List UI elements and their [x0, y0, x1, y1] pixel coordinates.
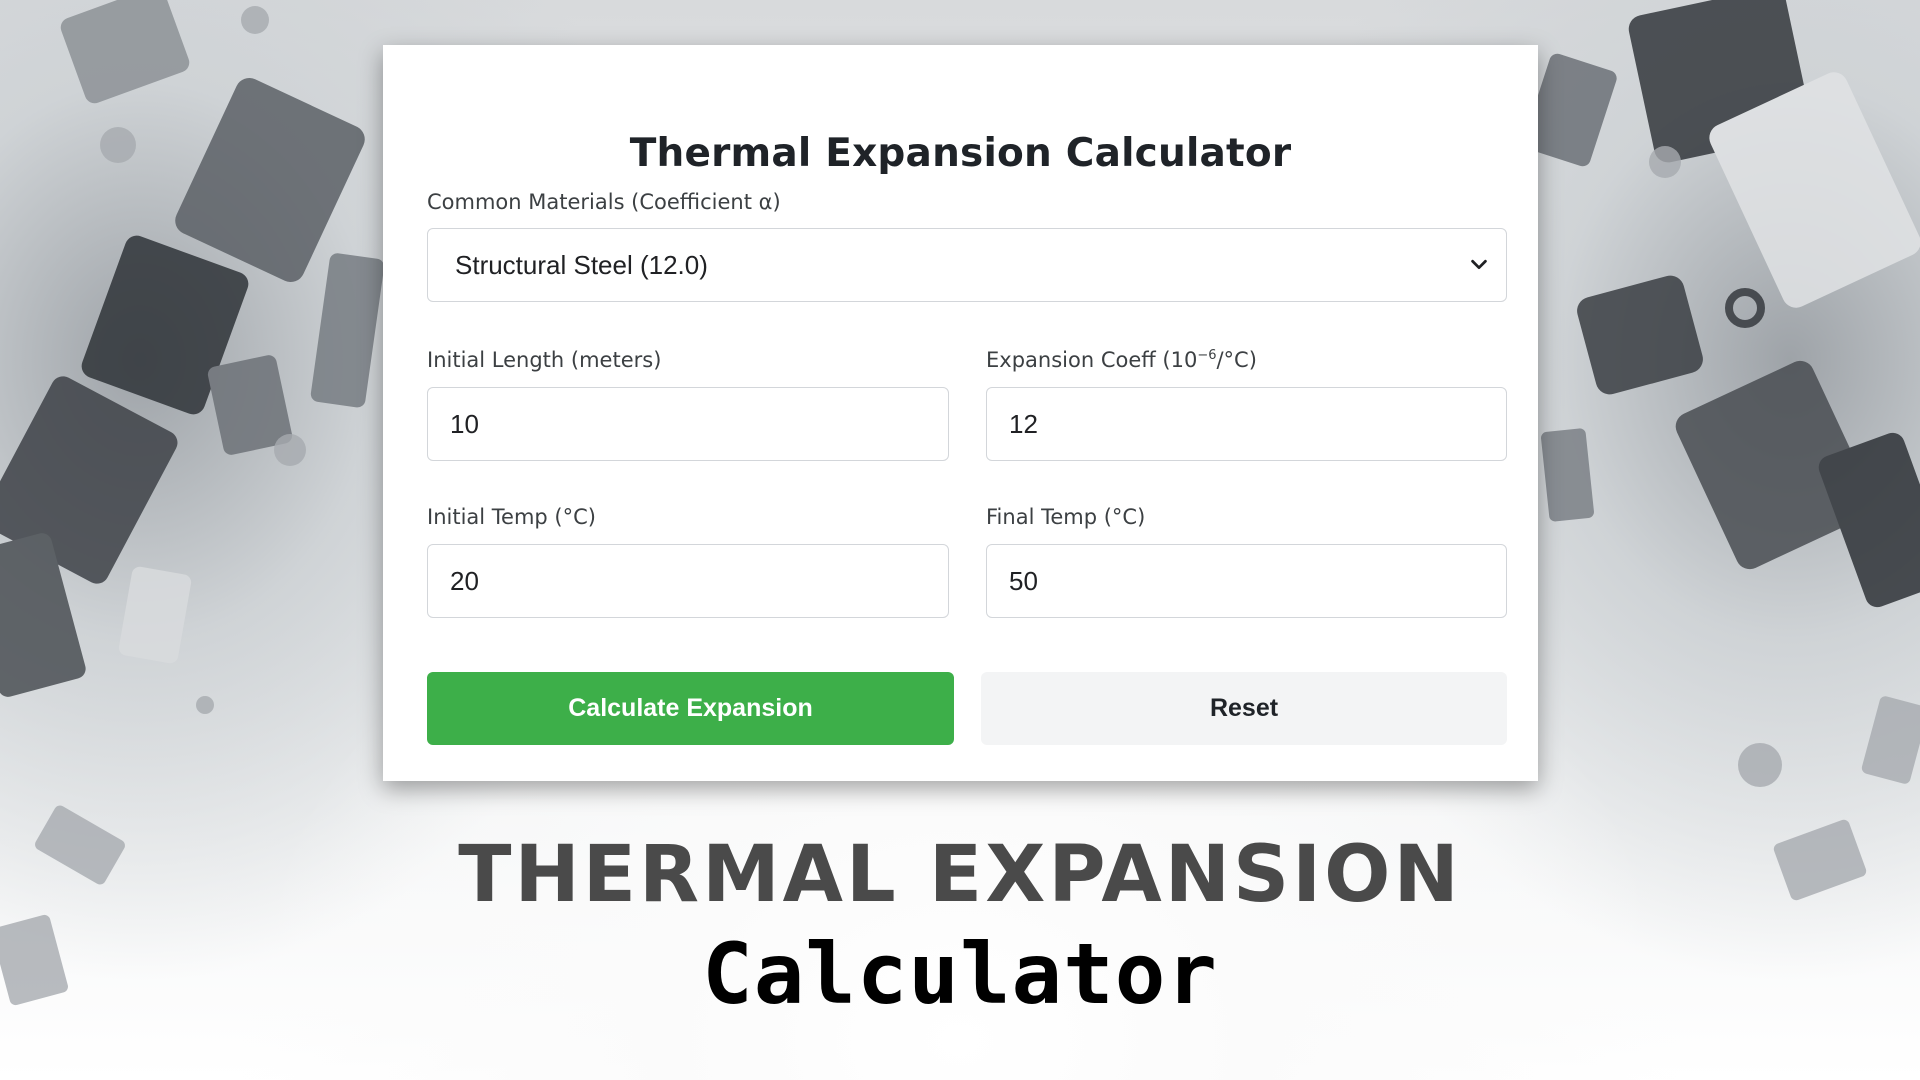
expansion-coeff-input[interactable]: 12: [986, 387, 1507, 461]
final-temp-label: Final Temp (°C): [986, 505, 1146, 529]
calculator-title: Thermal Expansion Calculator: [629, 131, 1292, 176]
materials-selected-value: Structural Steel (12.0): [455, 249, 708, 280]
initial-temp-label: Initial Temp (°C): [427, 505, 596, 529]
expansion-coeff-label-prefix: Expansion Coeff (10: [986, 348, 1198, 372]
expansion-coeff-label-suffix: /°C): [1216, 348, 1257, 372]
initial-length-input[interactable]: 10: [427, 387, 949, 461]
initial-temp-value: 20: [450, 565, 479, 596]
initial-length-value: 10: [450, 408, 479, 439]
calculator-card: Thermal Expansion Calculator Common Mate…: [383, 45, 1538, 781]
banner-headline: THERMAL EXPANSION: [458, 830, 1462, 920]
materials-select[interactable]: Structural Steel (12.0): [427, 228, 1507, 302]
initial-temp-input[interactable]: 20: [427, 544, 949, 618]
chevron-down-icon: [1471, 259, 1487, 270]
initial-length-label: Initial Length (meters): [427, 348, 662, 372]
expansion-coeff-label-exponent: −6: [1197, 348, 1217, 363]
expansion-coeff-value: 12: [1009, 408, 1038, 439]
banner-subline: Calculator: [702, 925, 1218, 1023]
expansion-coeff-label: Expansion Coeff (10−6/°C): [986, 348, 1257, 372]
final-temp-input[interactable]: 50: [986, 544, 1507, 618]
reset-button[interactable]: Reset: [981, 672, 1507, 745]
materials-label: Common Materials (Coefficient α): [427, 190, 781, 214]
final-temp-value: 50: [1009, 565, 1038, 596]
calculate-expansion-button[interactable]: Calculate Expansion: [427, 672, 954, 745]
